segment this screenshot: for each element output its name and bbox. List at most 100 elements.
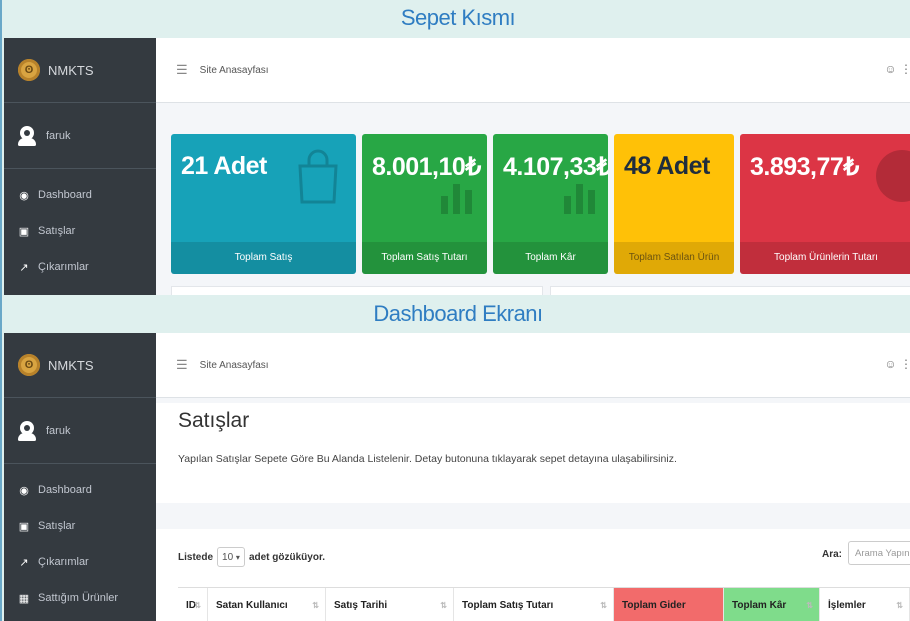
column-header-islemler[interactable]: İşlemler ⇅ bbox=[820, 588, 910, 621]
sort-icon: ⇅ bbox=[312, 600, 319, 610]
user-icon bbox=[18, 420, 36, 441]
stat-value: 21 Adet bbox=[181, 152, 267, 180]
stat-value: 3.893,77₺ bbox=[750, 153, 859, 181]
sidebar-item-label: Satışlar bbox=[38, 520, 76, 532]
sales-panel: ʘ NMKTS faruk ◉ Dashboard ▣ Satışlar ↗ Ç… bbox=[4, 333, 910, 621]
sort-icon: ⇅ bbox=[440, 600, 447, 610]
page-header: Satışlar Yapılan Satışlar Sepete Göre Bu… bbox=[156, 403, 910, 503]
length-prefix: Listede bbox=[178, 551, 214, 563]
dashboard-icon: ◉ bbox=[19, 189, 29, 202]
user-icon bbox=[18, 125, 36, 146]
sidebar-item-sattigim-urunler[interactable]: ▦ Sattığım Ürünler bbox=[4, 580, 156, 616]
menu-toggle-icon[interactable]: ☰ bbox=[176, 62, 188, 78]
gift-icon: ▣ bbox=[18, 225, 30, 238]
sort-icon: ⇅ bbox=[896, 600, 903, 610]
sidebar-item-label: Satışlar bbox=[38, 225, 76, 237]
site-home-link[interactable]: Site Anasayfası bbox=[200, 360, 269, 371]
store-icon: ▦ bbox=[18, 592, 30, 605]
search-input[interactable]: Arama Yapın bbox=[848, 541, 910, 565]
stat-box-total-sales-amount[interactable]: 8.001,10₺ Toplam Satış Tutarı bbox=[362, 134, 487, 274]
card bbox=[171, 286, 543, 295]
stat-box-total-products-amount[interactable]: 3.893,77₺ Toplam Ürünlerin Tutarı bbox=[740, 134, 910, 274]
column-label: Satış Tarihi bbox=[334, 599, 388, 611]
top-navbar: ☰ Site Anasayfası ☺ ⋮ bbox=[156, 333, 910, 398]
section-banner-dashboard: Dashboard Ekranı bbox=[4, 295, 910, 333]
screenshot-frame: Sepet Kısmı ʘ NMKTS faruk ◉ Dashboard ▣ … bbox=[0, 0, 910, 621]
sort-icon: ⇅ bbox=[194, 600, 201, 610]
length-control: Listede 10 ▾ adet gözüküyor. bbox=[178, 547, 325, 567]
sidebar-item-label: Dashboard bbox=[38, 189, 92, 201]
brand-link[interactable]: ʘ NMKTS bbox=[4, 38, 156, 103]
column-header-toplam-satis-tutari[interactable]: Toplam Satış Tutarı ⇅ bbox=[454, 588, 614, 621]
table-header: ID ⇅ Satan Kullanıcı ⇅ Satış Tarihi ⇅ Topla… bbox=[178, 587, 910, 621]
sidebar-item-satislar[interactable]: ▣ Satışlar bbox=[4, 508, 156, 544]
sidebar-item-label: Dashboard bbox=[38, 484, 92, 496]
length-select[interactable]: 10 ▾ bbox=[217, 547, 245, 567]
stat-value: 48 Adet bbox=[624, 152, 710, 180]
brand-name: NMKTS bbox=[48, 62, 94, 78]
pie-chart-icon bbox=[876, 150, 910, 202]
bar-chart-icon bbox=[564, 184, 595, 214]
dashboard-panel: ʘ NMKTS faruk ◉ Dashboard ▣ Satışlar ↗ Ç… bbox=[4, 38, 910, 295]
top-navbar: ☰ Site Anasayfası ☺ ⋮ bbox=[156, 38, 910, 103]
column-label: Toplam Kâr bbox=[732, 599, 787, 611]
user-menu-icon[interactable]: ☺ ⋮ bbox=[884, 62, 910, 76]
column-label: Satan Kullanıcı bbox=[216, 599, 288, 611]
column-header-id[interactable]: ID ⇅ bbox=[178, 588, 208, 621]
user-name: faruk bbox=[46, 129, 71, 142]
user-panel[interactable]: faruk bbox=[4, 398, 156, 464]
column-header-toplam-kar[interactable]: Toplam Kâr ⇅ bbox=[724, 588, 820, 621]
brand-name: NMKTS bbox=[48, 357, 94, 373]
stat-label: Toplam Satış Tutarı bbox=[362, 242, 487, 274]
stat-label: Toplam Ürünlerin Tutarı bbox=[740, 242, 910, 274]
dashboard-icon: ◉ bbox=[19, 484, 29, 497]
stat-label: Toplam Satış bbox=[171, 242, 356, 274]
sidebar-item-dashboard[interactable]: ◉ Dashboard bbox=[4, 177, 156, 213]
stat-boxes: 21 Adet Toplam Satış 8.001,10₺ Toplam Sa… bbox=[156, 134, 910, 274]
sidebar-item-cikarimlar[interactable]: ↗ Çıkarımlar bbox=[4, 544, 156, 580]
sidebar: ʘ NMKTS faruk ◉ Dashboard ▣ Satışlar ↗ Ç… bbox=[4, 333, 156, 621]
section-banner-cart: Sepet Kısmı bbox=[4, 0, 910, 38]
chart-line-icon: ↗ bbox=[19, 261, 29, 274]
search-label: Ara: bbox=[821, 549, 842, 560]
sales-table-card: Listede 10 ▾ adet gözüküyor. Ara: Arama … bbox=[156, 529, 910, 621]
site-home-link[interactable]: Site Anasayfası bbox=[200, 65, 269, 76]
stat-box-total-sold-products[interactable]: 48 Adet Toplam Satılan Ürün bbox=[614, 134, 734, 274]
sidebar: ʘ NMKTS faruk ◉ Dashboard ▣ Satışlar ↗ Ç… bbox=[4, 38, 156, 295]
user-panel[interactable]: faruk bbox=[4, 103, 156, 169]
sidebar-item-label: Çıkarımlar bbox=[38, 261, 89, 273]
page-title: Satışlar bbox=[178, 409, 250, 432]
column-label: Toplam Satış Tutarı bbox=[462, 599, 554, 611]
sidebar-item-cikarimlar[interactable]: ↗ Çıkarımlar bbox=[4, 249, 156, 285]
column-header-satis-tarihi[interactable]: Satış Tarihi ⇅ bbox=[326, 588, 454, 621]
sidebar-item-dashboard[interactable]: ◉ Dashboard bbox=[4, 472, 156, 508]
cards-row bbox=[156, 274, 910, 295]
stat-label: Toplam Kâr bbox=[493, 242, 608, 274]
user-name: faruk bbox=[46, 424, 71, 437]
length-value: 10 bbox=[222, 551, 234, 563]
sort-icon: ⇅ bbox=[600, 600, 607, 610]
column-label: İşlemler bbox=[828, 599, 866, 611]
sort-icon: ⇅ bbox=[806, 600, 813, 610]
chart-line-icon: ↗ bbox=[19, 556, 29, 569]
brand-link[interactable]: ʘ NMKTS bbox=[4, 333, 156, 398]
brand-logo-icon: ʘ bbox=[18, 354, 40, 376]
column-label: Toplam Gider bbox=[622, 599, 686, 611]
page-description: Yapılan Satışlar Sepete Göre Bu Alanda L… bbox=[178, 453, 677, 465]
stat-label: Toplam Satılan Ürün bbox=[614, 242, 734, 274]
column-header-satan-kullanici[interactable]: Satan Kullanıcı ⇅ bbox=[208, 588, 326, 621]
sidebar-item-label: Sattığım Ürünler bbox=[38, 592, 119, 604]
chevron-down-icon: ▾ bbox=[235, 552, 240, 562]
user-menu-icon[interactable]: ☺ ⋮ bbox=[884, 357, 910, 371]
column-header-toplam-gider[interactable]: Toplam Gider bbox=[614, 588, 724, 621]
brand-logo-icon: ʘ bbox=[18, 59, 40, 81]
card bbox=[550, 286, 910, 295]
gift-icon: ▣ bbox=[18, 520, 30, 533]
sidebar-item-satislar[interactable]: ▣ Satışlar bbox=[4, 213, 156, 249]
stat-box-total-profit[interactable]: 4.107,33₺ Toplam Kâr bbox=[493, 134, 608, 274]
bar-chart-icon bbox=[441, 184, 472, 214]
menu-toggle-icon[interactable]: ☰ bbox=[176, 357, 188, 373]
shopping-bag-icon bbox=[298, 149, 338, 204]
length-suffix: adet gözüküyor. bbox=[248, 551, 326, 563]
stat-box-total-sales[interactable]: 21 Adet Toplam Satış bbox=[171, 134, 356, 274]
